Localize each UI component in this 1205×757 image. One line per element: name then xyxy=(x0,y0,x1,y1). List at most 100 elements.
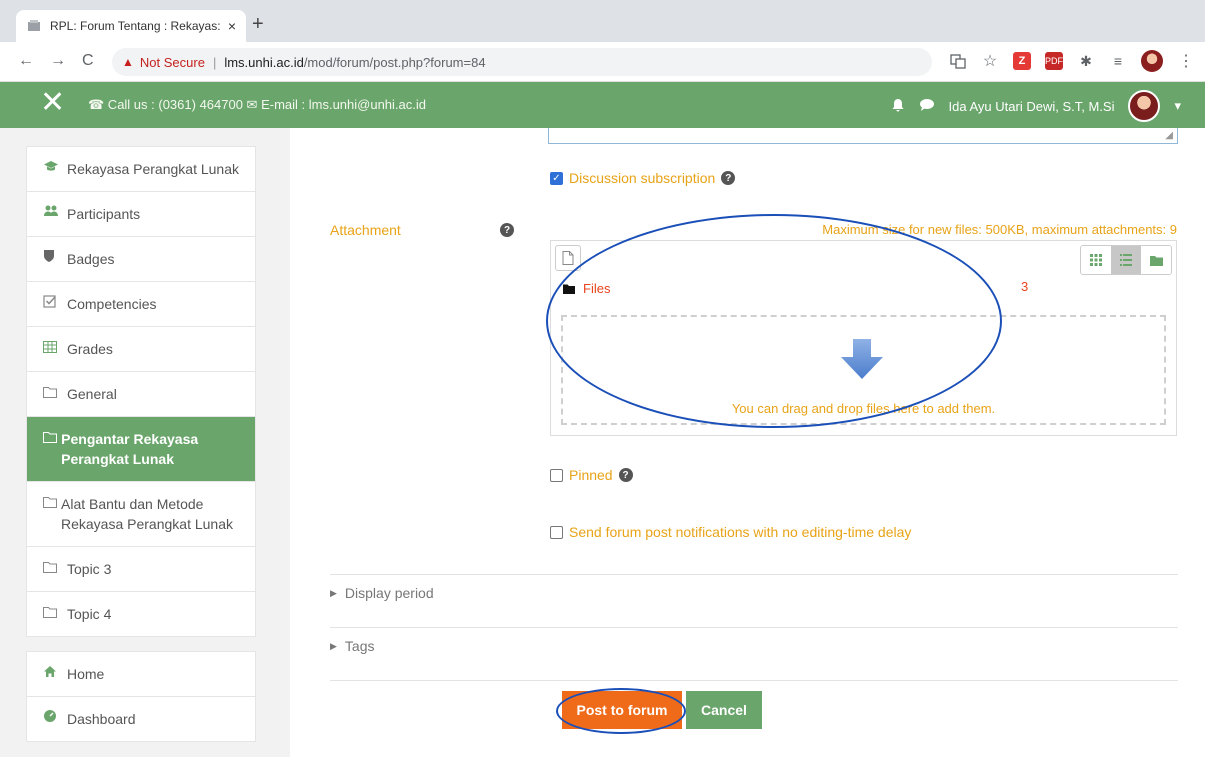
site-header: ✕ ☎ Call us : (0361) 464700 ✉ E-mail : l… xyxy=(0,82,1205,128)
divider xyxy=(330,680,1178,681)
browser-toolbar: ← → C ▲ Not Secure | lms.unhi.ac.id/mod/… xyxy=(0,42,1205,82)
add-file-button[interactable] xyxy=(555,245,581,271)
warning-icon: ▲ xyxy=(122,55,134,69)
shield-icon xyxy=(43,249,63,269)
sidebar-item-label: Participants xyxy=(67,206,141,222)
sidebar-item-competencies[interactable]: Competencies xyxy=(27,282,255,327)
cancel-button[interactable]: Cancel xyxy=(686,691,762,729)
moodle-favicon-icon xyxy=(26,18,42,34)
sidebar-item-topic-4[interactable]: Topic 4 xyxy=(27,592,255,636)
folder-icon xyxy=(1149,255,1163,266)
list-view-button[interactable] xyxy=(1111,246,1141,274)
messages-icon[interactable] xyxy=(919,98,935,115)
grid-icon xyxy=(1090,254,1102,266)
folder-icon xyxy=(43,429,57,449)
sidebar-item-label: General xyxy=(67,386,117,402)
message-textarea[interactable]: ◢ xyxy=(548,128,1178,144)
folder-icon xyxy=(43,384,63,404)
close-drawer-icon[interactable]: ✕ xyxy=(40,88,65,118)
sidebar-item-grades[interactable]: Grades xyxy=(27,327,255,372)
attachment-label: Attachment xyxy=(330,222,401,238)
help-icon[interactable]: ? xyxy=(500,223,514,237)
discussion-subscription-label[interactable]: Discussion subscription xyxy=(569,170,715,186)
files-breadcrumb[interactable]: Files xyxy=(563,281,610,296)
send-notifications-checkbox[interactable] xyxy=(550,525,563,539)
post-to-forum-button[interactable]: Post to forum xyxy=(562,691,682,729)
post-form: ◢ ✓ Discussion subscription ? Attachment… xyxy=(290,128,1205,757)
folder-icon xyxy=(563,284,575,294)
folder-icon xyxy=(43,559,63,579)
file-manager: Files 3 You can drag and drop files here… xyxy=(550,240,1177,436)
resize-grip-icon[interactable]: ◢ xyxy=(1165,130,1173,141)
course-nav-card: Rekayasa Perangkat Lunak Participants Ba… xyxy=(26,146,256,637)
profile-avatar-icon[interactable] xyxy=(1141,50,1163,72)
drop-zone[interactable]: You can drag and drop files here to add … xyxy=(561,315,1166,425)
expand-triangle-icon: ▶ xyxy=(330,640,337,651)
sidebar-item-label: Dashboard xyxy=(67,711,136,727)
checkbox-icon xyxy=(43,294,63,314)
reading-list-icon[interactable]: ≡ xyxy=(1109,52,1127,70)
expand-triangle-icon: ▶ xyxy=(330,587,337,598)
table-icon xyxy=(43,339,63,359)
extension-icons: ☆ Z PDF ✱ ≡ ⋮ xyxy=(949,50,1195,72)
sidebar-item-label: Competencies xyxy=(67,296,157,312)
tags-section[interactable]: ▶ Tags xyxy=(330,627,1178,654)
bookmark-star-icon[interactable]: ☆ xyxy=(981,52,999,70)
help-icon[interactable]: ? xyxy=(721,171,736,185)
user-name[interactable]: Ida Ayu Utari Dewi, S.T, M.Si xyxy=(949,99,1115,114)
tab-close-icon[interactable]: × xyxy=(228,18,236,34)
files-path-label: Files xyxy=(583,281,611,296)
forward-icon[interactable]: → xyxy=(50,52,66,70)
tree-view-button[interactable] xyxy=(1141,246,1171,274)
notification-bell-icon[interactable] xyxy=(891,98,905,115)
sidebar-item-course[interactable]: Rekayasa Perangkat Lunak xyxy=(27,147,255,192)
browser-tab-strip: RPL: Forum Tentang : Rekayas: × + xyxy=(0,0,1205,42)
sidebar-item-topic-3[interactable]: Topic 3 xyxy=(27,547,255,592)
discussion-subscription-row: ✓ Discussion subscription ? xyxy=(550,170,736,186)
sidebar-item-label: Home xyxy=(67,666,105,682)
sidebar-item-label: Pengantar Rekayasa Perangkat Lunak xyxy=(61,431,199,467)
tab-title: RPL: Forum Tentang : Rekayas: xyxy=(50,19,221,33)
translate-icon[interactable] xyxy=(949,52,967,70)
pinned-label[interactable]: Pinned xyxy=(569,467,613,483)
new-tab-button[interactable]: + xyxy=(252,14,264,34)
icon-view-button[interactable] xyxy=(1081,246,1111,274)
sidebar-item-home[interactable]: Home xyxy=(27,652,255,697)
sidebar-item-label: Topic 4 xyxy=(67,606,112,622)
sidebar-item-label: Topic 3 xyxy=(67,561,112,577)
folder-icon xyxy=(43,494,57,514)
display-period-section[interactable]: ▶ Display period xyxy=(330,574,1178,601)
drop-zone-text: You can drag and drop files here to add … xyxy=(731,401,996,416)
extension-z-icon[interactable]: Z xyxy=(1013,52,1031,70)
pdf-extension-icon[interactable]: PDF xyxy=(1045,52,1063,70)
user-menu-caret-icon[interactable]: ▾ xyxy=(1174,98,1181,114)
contact-info: ☎ Call us : (0361) 464700 ✉ E-mail : lms… xyxy=(88,97,426,112)
sidebar-item-label: Alat Bantu dan Metode Rekayasa Perangkat… xyxy=(61,496,233,532)
puzzle-extensions-icon[interactable]: ✱ xyxy=(1077,52,1095,70)
address-bar[interactable]: ▲ Not Secure | lms.unhi.ac.id/mod/forum/… xyxy=(112,48,932,76)
sidebar-item-label: Rekayasa Perangkat Lunak xyxy=(67,161,239,177)
sidebar-item-alat-bantu[interactable]: Alat Bantu dan Metode Rekayasa Perangkat… xyxy=(27,482,255,547)
browser-menu-icon[interactable]: ⋮ xyxy=(1177,52,1195,70)
sidebar-item-label: Grades xyxy=(67,341,113,357)
sidebar-item-badges[interactable]: Badges xyxy=(27,237,255,282)
reload-icon[interactable]: C xyxy=(82,52,94,70)
send-notifications-label[interactable]: Send forum post notifications with no ed… xyxy=(569,524,911,540)
discussion-subscription-checkbox[interactable]: ✓ xyxy=(550,171,563,185)
max-size-info: Maximum size for new files: 500KB, maxim… xyxy=(822,222,1177,237)
sidebar-item-participants[interactable]: Participants xyxy=(27,192,255,237)
sidebar-item-dashboard[interactable]: Dashboard xyxy=(27,697,255,741)
users-icon xyxy=(43,204,63,224)
sidebar-item-label: Badges xyxy=(67,251,115,267)
back-icon[interactable]: ← xyxy=(18,52,34,70)
list-icon xyxy=(1120,254,1132,266)
help-icon[interactable]: ? xyxy=(618,468,633,482)
sidebar-item-pengantar[interactable]: Pengantar Rekayasa Perangkat Lunak xyxy=(27,417,255,482)
browser-tab[interactable]: RPL: Forum Tentang : Rekayas: × xyxy=(16,10,246,42)
course-sidebar: Rekayasa Perangkat Lunak Participants Ba… xyxy=(26,146,256,742)
sidebar-item-general[interactable]: General xyxy=(27,372,255,417)
display-period-label: Display period xyxy=(344,585,434,601)
user-avatar[interactable] xyxy=(1128,90,1161,122)
pinned-checkbox[interactable] xyxy=(550,468,563,482)
not-secure-label[interactable]: Not Secure xyxy=(140,55,205,70)
